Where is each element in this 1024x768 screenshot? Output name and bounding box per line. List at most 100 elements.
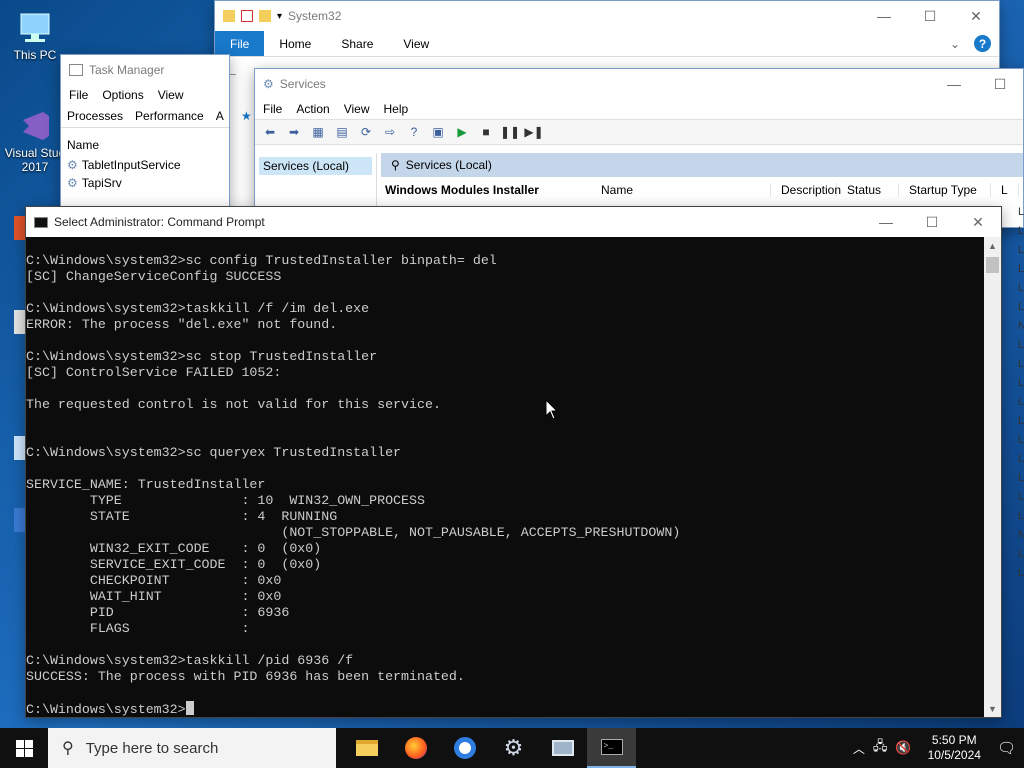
properties-icon[interactable]: ▤ — [333, 123, 351, 141]
column-header-log-on-as[interactable]: L — [991, 183, 1019, 197]
pause-service-icon[interactable]: ❚❚ — [500, 123, 520, 141]
scroll-up-icon[interactable]: ▲ — [984, 237, 1001, 254]
taskbar-search-box[interactable]: ⚲ Type here to search — [48, 728, 336, 768]
cmd-titlebar[interactable]: Select Administrator: Command Prompt — ☐… — [26, 207, 1001, 237]
taskmgr-titlebar[interactable]: Task Manager — [61, 55, 229, 85]
startup-type-cell: N — [1018, 529, 1024, 541]
taskbar-command-prompt[interactable]: >_ — [587, 728, 636, 768]
help-icon[interactable]: ? — [405, 123, 423, 141]
startup-type-cell: L — [1018, 263, 1024, 275]
startup-type-cell: L — [1018, 548, 1024, 560]
menu-action[interactable]: Action — [296, 102, 329, 116]
menu-options[interactable]: Options — [102, 88, 143, 102]
tree-node-services-local[interactable]: Services (Local) — [259, 157, 372, 175]
ribbon-tab-share[interactable]: Share — [326, 31, 388, 56]
console-line: The requested control is not valid for t… — [26, 397, 441, 412]
start-button[interactable] — [0, 728, 48, 768]
menu-help[interactable]: Help — [384, 102, 409, 116]
minimize-button[interactable]: — — [863, 207, 909, 237]
scroll-down-icon[interactable]: ▼ — [984, 700, 1001, 717]
console-line: WIN32_EXIT_CODE : 0 (0x0) — [26, 541, 322, 556]
taskbar-remote-desktop[interactable] — [538, 728, 587, 768]
minimize-button[interactable]: — — [931, 69, 977, 99]
taskbar-settings[interactable]: ⚙ — [489, 728, 538, 768]
properties-icon[interactable] — [241, 10, 253, 22]
clock[interactable]: 5:50 PM 10/5/2024 — [920, 733, 989, 763]
scrollbar-thumb[interactable] — [986, 257, 999, 273]
console-line: C:\Windows\system32>sc queryex TrustedIn… — [26, 445, 402, 460]
refresh-icon[interactable]: ⟳ — [357, 123, 375, 141]
column-header-status[interactable]: Status — [837, 183, 899, 197]
ribbon-tab-file[interactable]: File — [215, 31, 265, 56]
process-name: TabletInputService — [81, 158, 181, 172]
close-button[interactable]: ✕ — [955, 207, 1001, 237]
services-window[interactable]: ⚙ Services — ☐ File Action View Help ⬅ ➡… — [254, 68, 1024, 228]
window-title: System32 — [288, 9, 342, 23]
new-folder-icon[interactable] — [259, 10, 271, 22]
startup-type-cell: L — [1018, 510, 1024, 522]
clock-time: 5:50 PM — [931, 733, 977, 747]
restart-service-icon[interactable]: ▶❚ — [524, 123, 543, 141]
menu-view[interactable]: View — [158, 88, 184, 102]
volume-muted-icon[interactable]: 🔇 — [895, 740, 911, 756]
quick-access-icon[interactable]: ★ — [241, 109, 252, 123]
text-cursor — [185, 701, 194, 715]
network-icon[interactable]: 🖧 — [873, 737, 888, 759]
process-row[interactable]: ⚙ TapiSrv — [61, 174, 229, 192]
chrome-icon — [453, 737, 476, 759]
remote-desktop-icon — [551, 740, 574, 756]
vertical-scrollbar[interactable]: ▲ ▼ — [984, 237, 1001, 717]
task-manager-icon — [69, 64, 83, 76]
process-row[interactable]: ⚙ TabletInputService — [61, 156, 229, 174]
taskbar: ⚲ Type here to search ⚙ >_ ︿ 🖧 🔇 5:50 PM… — [0, 728, 1024, 768]
column-header-name[interactable]: Name — [61, 128, 229, 156]
maximize-button[interactable]: ☐ — [907, 1, 953, 31]
taskbar-firefox[interactable] — [391, 728, 440, 768]
startup-type-cell: L — [1018, 491, 1024, 503]
maximize-button[interactable]: ☐ — [909, 207, 955, 237]
customize-qat-icon[interactable]: ▾ — [277, 11, 282, 22]
console-line: CHECKPOINT : 0x0 — [26, 573, 282, 588]
menu-file[interactable]: File — [263, 102, 282, 116]
window-title: Services — [279, 77, 326, 91]
ribbon-tab-view[interactable]: View — [388, 31, 444, 56]
chevron-up-icon[interactable]: ︿ — [853, 740, 865, 757]
column-header-startup-type[interactable]: Startup Type — [899, 183, 991, 197]
column-header-description[interactable]: Description — [771, 183, 841, 197]
start-service-icon[interactable]: ▶ — [453, 123, 471, 141]
explorer-titlebar[interactable]: ▾ System32 — ☐ ✕ — [215, 1, 999, 31]
stop-service-icon[interactable]: ■ — [477, 123, 495, 141]
menu-file[interactable]: File — [69, 88, 88, 102]
ribbon-tab-home[interactable]: Home — [264, 31, 326, 56]
minimize-button[interactable]: — — [861, 1, 907, 31]
tab-app-history[interactable]: A — [216, 109, 224, 123]
services-titlebar[interactable]: ⚙ Services — ☐ — [255, 69, 1023, 99]
notification-icon[interactable]: 🗨 — [997, 739, 1016, 757]
command-prompt-window[interactable]: Select Administrator: Command Prompt — ☐… — [25, 206, 1002, 718]
startup-type-cell: N — [1018, 320, 1024, 332]
console-tree-icon[interactable]: ▦ — [309, 123, 327, 141]
startup-type-cell: L — [1018, 225, 1024, 237]
command-prompt-icon: >_ — [600, 739, 623, 755]
maximize-button[interactable]: ☐ — [977, 69, 1023, 99]
tab-processes[interactable]: Processes — [67, 109, 123, 123]
computer-icon — [15, 10, 55, 46]
taskbar-file-explorer[interactable] — [342, 728, 391, 768]
taskbar-chrome[interactable] — [440, 728, 489, 768]
console-output[interactable]: C:\Windows\system32>sc config TrustedIns… — [26, 237, 984, 717]
services-menubar: File Action View Help — [255, 99, 1023, 119]
help-icon[interactable]: ? — [974, 35, 991, 52]
ribbon-expand-icon[interactable]: ⌄ — [944, 31, 966, 56]
view-icon[interactable]: ▣ — [429, 123, 447, 141]
export-icon[interactable]: ⇨ — [381, 123, 399, 141]
close-button[interactable]: ✕ — [953, 1, 999, 31]
menu-view[interactable]: View — [344, 102, 370, 116]
forward-arrow-icon[interactable]: ➡ — [285, 123, 303, 141]
back-arrow-icon[interactable]: ⬅ — [261, 123, 279, 141]
column-header-name[interactable]: Name — [591, 183, 771, 197]
startup-type-cell: L — [1018, 472, 1024, 484]
tab-performance[interactable]: Performance — [135, 109, 204, 123]
